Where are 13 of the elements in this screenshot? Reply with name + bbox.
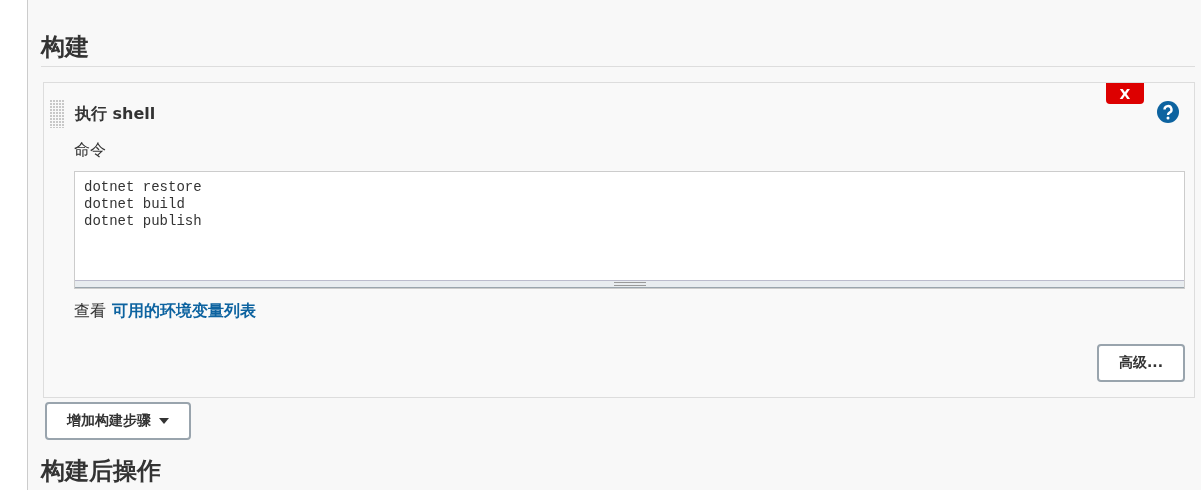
help-icon[interactable] [1157, 101, 1179, 123]
section-heading: 构建 [41, 32, 1195, 67]
drag-handle-icon[interactable] [50, 100, 64, 128]
add-build-step-button[interactable]: 增加构建步骤 [45, 402, 191, 440]
delete-button[interactable]: X [1106, 83, 1144, 104]
section-heading: 构建后操作 [41, 456, 162, 487]
caret-icon [159, 418, 169, 424]
field-label: 命令 [74, 140, 107, 161]
step-title: 执行 shell [75, 103, 156, 125]
hint-text: 查看 [74, 301, 106, 320]
advanced-button[interactable]: 高级... [1097, 344, 1185, 382]
command-field[interactable]: dotnet restore dotnet build dotnet publish [74, 171, 1185, 289]
env-vars-link[interactable]: 可用的环境变量列表 [112, 301, 256, 320]
